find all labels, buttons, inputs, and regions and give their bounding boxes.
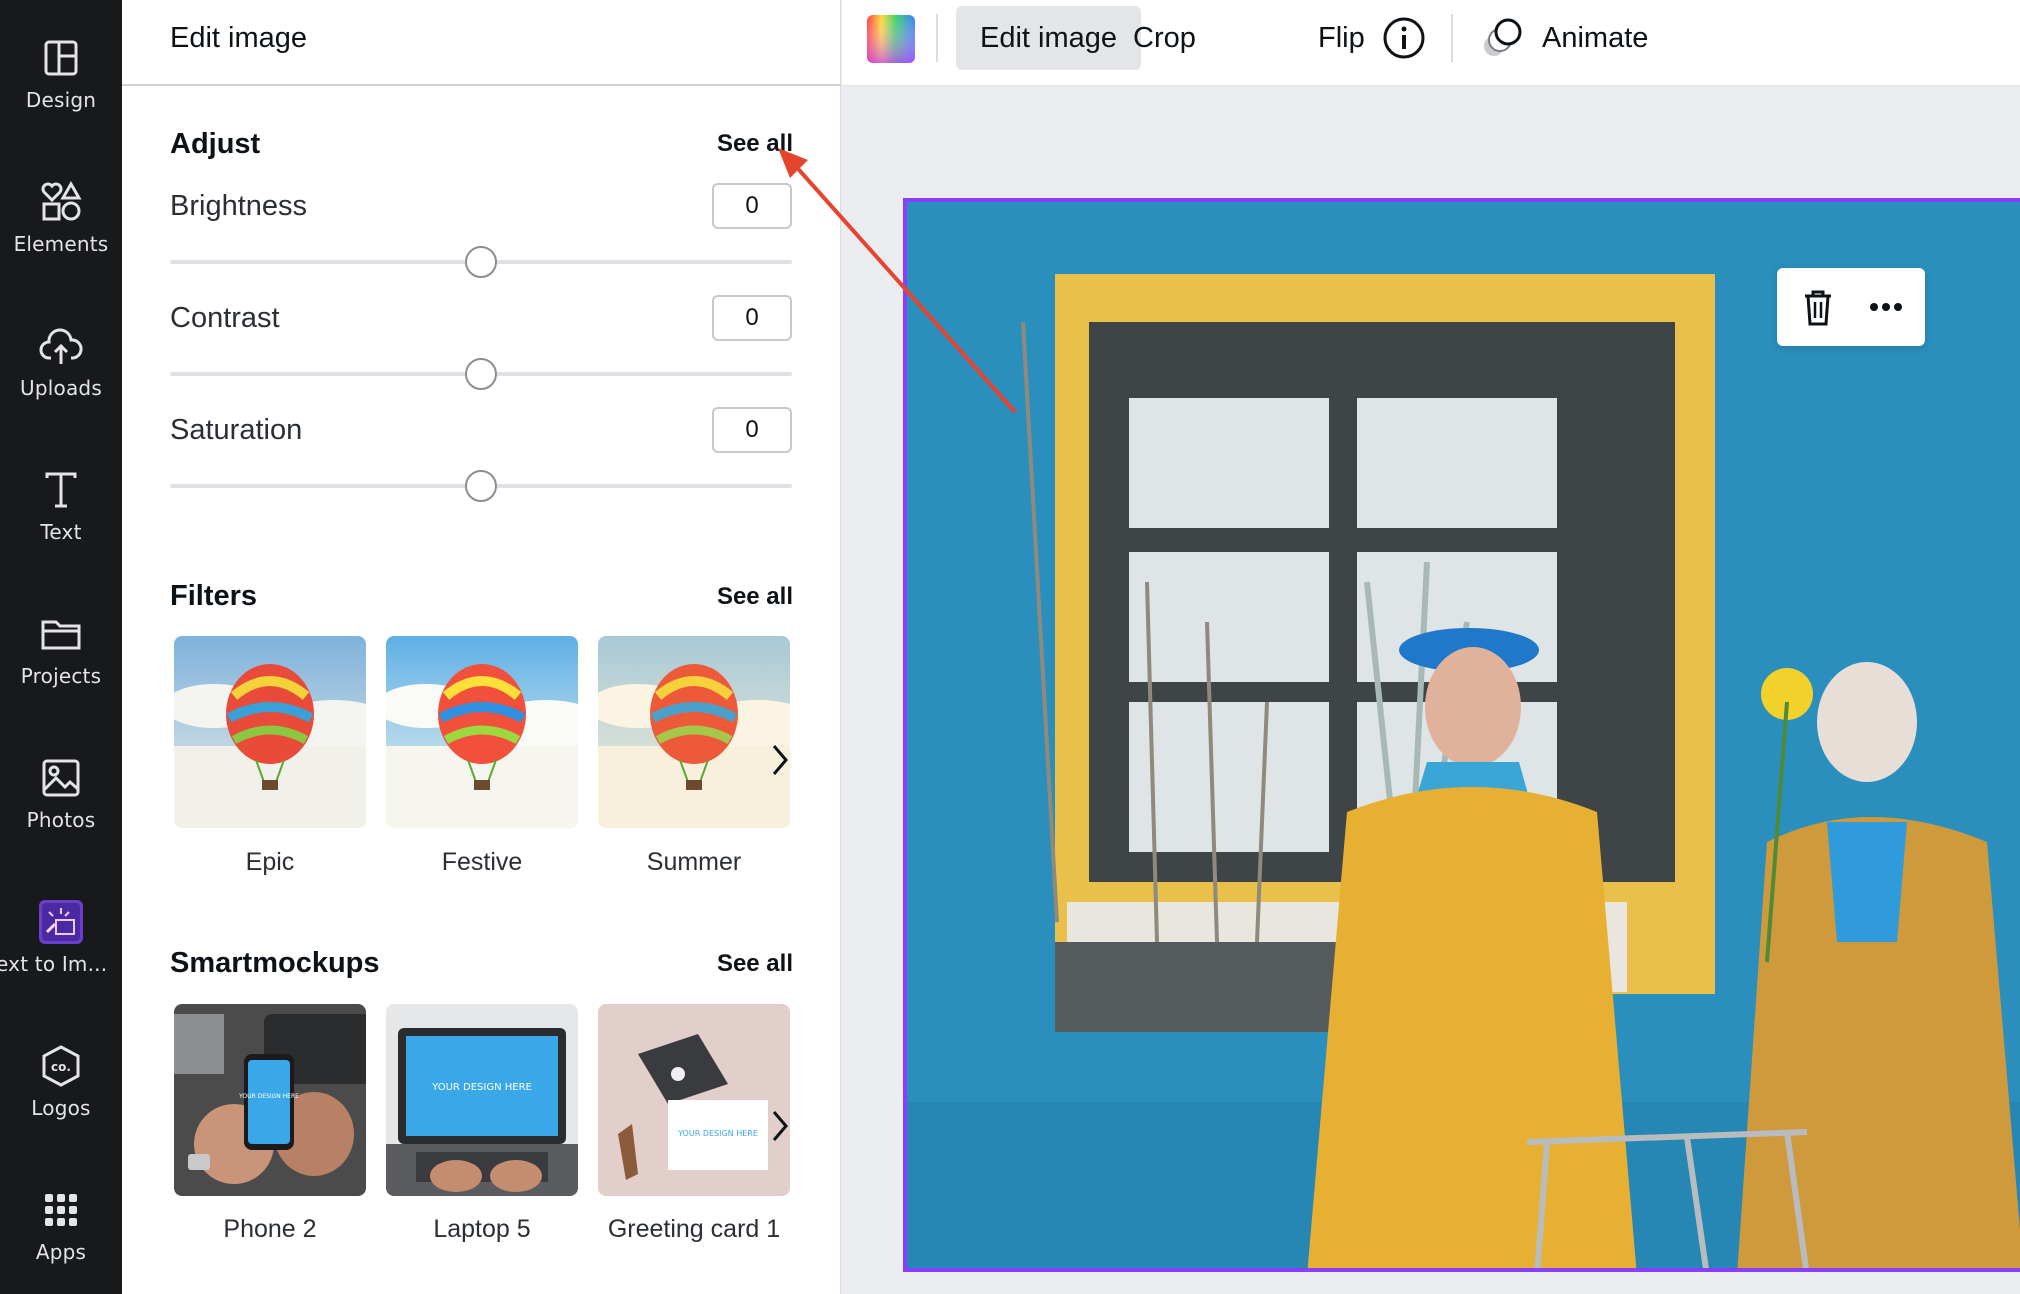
laptop-mockup-image: YOUR DESIGN HERE xyxy=(386,1004,578,1196)
rail-item-design[interactable]: Design xyxy=(0,16,122,136)
mockup-text: YOUR DESIGN HERE xyxy=(677,1129,758,1138)
rail-item-label: Uploads xyxy=(20,376,102,400)
elderly-couple-photo xyxy=(907,202,2020,1268)
animate-button[interactable]: Animate xyxy=(1518,6,1672,70)
brightness-input[interactable] xyxy=(712,183,792,229)
rail-item-label: ext to Im... xyxy=(0,952,108,976)
contrast-input[interactable] xyxy=(712,295,792,341)
contrast-label: Contrast xyxy=(170,302,280,334)
saturation-input[interactable] xyxy=(712,407,792,453)
filters-next-arrow-icon[interactable] xyxy=(762,730,798,790)
filters-row xyxy=(174,636,794,828)
toolbar-separator xyxy=(936,14,938,62)
mockup-text: YOUR DESIGN HERE xyxy=(431,1082,532,1093)
mockup-text: YOUR DESIGN HERE xyxy=(238,1093,299,1100)
rail-item-text[interactable]: Text xyxy=(0,448,122,568)
edit-image-panel: Edit image Adjust See all Brightness Con… xyxy=(122,0,841,1294)
rail-item-label: Projects xyxy=(20,664,102,688)
rail-item-label: Logos xyxy=(31,1096,91,1120)
rail-item-label: Apps xyxy=(35,1240,87,1264)
apps-grid-icon xyxy=(45,1194,77,1226)
floating-action-bar xyxy=(1777,268,1925,346)
saturation-slider[interactable] xyxy=(170,468,792,504)
logo-co-icon: co. xyxy=(42,1045,80,1087)
color-wheel-icon[interactable] xyxy=(866,14,916,64)
mockup-caption: Phone 2 xyxy=(223,1215,317,1243)
smartmockups-next-arrow-icon[interactable] xyxy=(762,1096,798,1156)
trash-icon[interactable] xyxy=(1793,282,1843,332)
rail-item-logos[interactable]: co. Logos xyxy=(0,1024,122,1144)
rail-item-text-to-image[interactable]: ext to Im... xyxy=(0,880,122,1000)
mockup-caption: Laptop 5 xyxy=(433,1215,531,1243)
rail-item-label: Text xyxy=(40,520,82,544)
text-icon xyxy=(45,472,77,508)
brightness-label: Brightness xyxy=(170,190,308,222)
smartmockups-row: YOUR DESIGN HERE YOUR DESIGN HERE YOUR D… xyxy=(174,1004,794,1196)
filter-festive-thumbnail[interactable] xyxy=(386,636,578,828)
more-icon[interactable] xyxy=(1861,282,1911,332)
context-toolbar: Edit image Crop Flip Animate xyxy=(842,0,2020,86)
rail-item-label: Design xyxy=(25,88,97,112)
text-to-image-app-icon xyxy=(39,900,83,944)
rail-item-label: Photos xyxy=(26,808,96,832)
crop-button[interactable]: Crop xyxy=(1109,6,1220,70)
layout-icon xyxy=(44,40,78,76)
brightness-slider[interactable] xyxy=(170,244,792,280)
panel-title: Edit image xyxy=(170,22,308,54)
saturation-label: Saturation xyxy=(170,414,303,446)
mockup-caption: Greeting card 1 xyxy=(607,1215,781,1243)
adjust-section-title: Adjust xyxy=(170,128,261,160)
panel-header: Edit image xyxy=(122,0,841,86)
filter-epic-thumbnail[interactable] xyxy=(174,636,366,828)
left-rail: Design Elements Uploads Text Projects Ph… xyxy=(0,0,122,1294)
svg-text:co.: co. xyxy=(51,1060,71,1074)
photo-icon xyxy=(42,759,80,797)
rail-item-projects[interactable]: Projects xyxy=(0,592,122,712)
mockup-laptop-thumbnail[interactable]: YOUR DESIGN HERE xyxy=(386,1004,578,1196)
contrast-slider[interactable] xyxy=(170,356,792,392)
phone-mockup-image: YOUR DESIGN HERE xyxy=(174,1004,366,1196)
adjust-see-all-link[interactable]: See all xyxy=(717,130,793,158)
filter-caption: Festive xyxy=(441,848,523,876)
rail-item-elements[interactable]: Elements xyxy=(0,160,122,280)
rail-item-label: Elements xyxy=(13,232,109,256)
filters-see-all-link[interactable]: See all xyxy=(717,583,793,611)
selected-photo[interactable] xyxy=(903,198,2020,1272)
filter-caption: Summer xyxy=(646,848,742,876)
hot-air-balloon-image xyxy=(174,636,366,828)
filters-section-title: Filters xyxy=(170,580,258,612)
slider-thumb[interactable] xyxy=(465,358,497,390)
rail-item-apps[interactable]: Apps xyxy=(0,1168,122,1288)
smartmockups-section-title: Smartmockups xyxy=(170,947,380,979)
info-icon[interactable] xyxy=(1382,16,1426,60)
slider-thumb[interactable] xyxy=(465,246,497,278)
folder-icon xyxy=(41,620,81,650)
hot-air-balloon-image xyxy=(386,636,578,828)
rail-item-photos[interactable]: Photos xyxy=(0,736,122,856)
toolbar-separator xyxy=(1451,14,1453,62)
mockup-phone-thumbnail[interactable]: YOUR DESIGN HERE xyxy=(174,1004,366,1196)
cloud-upload-icon xyxy=(39,328,83,364)
rail-item-uploads[interactable]: Uploads xyxy=(0,304,122,424)
elements-icon xyxy=(41,180,82,221)
smartmockups-see-all-link[interactable]: See all xyxy=(717,950,793,978)
flip-button[interactable]: Flip xyxy=(1294,6,1389,70)
filter-caption: Epic xyxy=(245,848,295,876)
canva-editor: Design Elements Uploads Text Projects Ph… xyxy=(0,0,2020,1294)
slider-thumb[interactable] xyxy=(465,470,497,502)
